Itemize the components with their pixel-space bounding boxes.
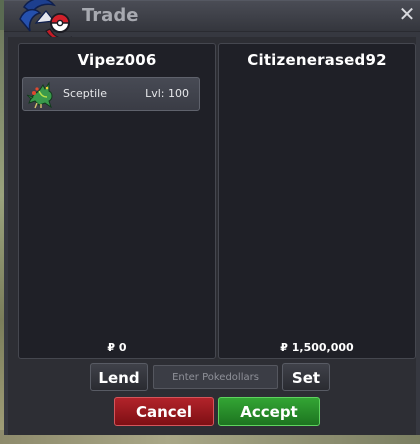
player-name-right: Citizenerased92: [247, 51, 387, 69]
offer-panel-right: Citizenerased92 ₽ 1,500,000: [218, 43, 416, 359]
offer-panel-left: Vipez006 Sceptile Lvl: 100 ₽ 0: [18, 43, 216, 359]
sceptile-icon: [26, 81, 53, 109]
pokedollars-input[interactable]: [153, 365, 278, 389]
accept-button[interactable]: Accept: [218, 397, 320, 426]
money-offer-right: ₽ 1,500,000: [280, 341, 354, 354]
lend-button[interactable]: Lend: [90, 363, 148, 391]
close-icon[interactable]: ✕: [398, 4, 416, 24]
offered-pokemon-item[interactable]: Sceptile Lvl: 100: [22, 77, 200, 111]
pokemon-name: Sceptile: [63, 87, 107, 100]
trade-content: Vipez006 Sceptile Lvl: 100 ₽ 0 Citizener…: [8, 37, 416, 435]
player-name-left: Vipez006: [77, 51, 157, 69]
title-bar[interactable]: Trade ✕: [4, 0, 420, 41]
cancel-button[interactable]: Cancel: [114, 397, 214, 426]
pokemon-level: Lvl: 100: [145, 87, 189, 100]
trade-window: Trade ✕ Vipez006 Sceptile Lvl: 100 ₽ 0 C…: [4, 0, 420, 435]
window-title: Trade: [82, 5, 139, 26]
set-button[interactable]: Set: [282, 363, 330, 391]
money-offer-left: ₽ 0: [107, 341, 127, 354]
